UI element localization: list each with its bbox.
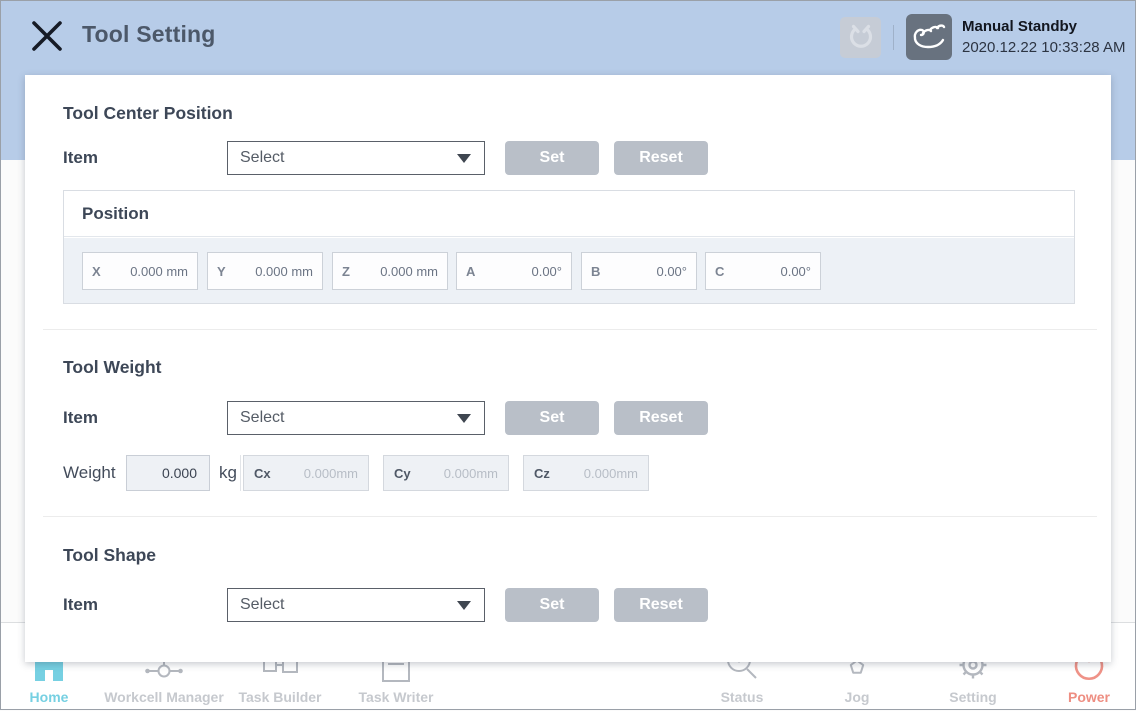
- chevron-down-icon: [457, 414, 471, 423]
- manual-mode-hand-icon[interactable]: [906, 14, 952, 60]
- field-value: 0.00°: [780, 264, 811, 279]
- cog-field-cy: Cy 0.000mm: [383, 455, 509, 491]
- section-title-tool-weight: Tool Weight: [63, 357, 162, 378]
- section-divider: [43, 329, 1097, 330]
- field-label: X: [92, 264, 101, 279]
- section-divider: [43, 516, 1097, 517]
- field-value: 0.000mm: [444, 466, 498, 481]
- weight-item-select[interactable]: Select: [227, 401, 485, 435]
- tcp-set-button[interactable]: Set: [505, 141, 599, 175]
- position-panel-body: X 0.000 mm Y 0.000 mm Z 0.000 mm A 0.00°…: [64, 238, 1074, 303]
- nav-label: Task Writer: [326, 689, 466, 705]
- weight-input[interactable]: [126, 455, 210, 491]
- field-label: Cz: [534, 466, 550, 481]
- cog-field-cz: Cz 0.000mm: [523, 455, 649, 491]
- page-title: Tool Setting: [82, 21, 216, 48]
- position-field-x: X 0.000 mm: [82, 252, 198, 290]
- field-label: B: [591, 264, 600, 279]
- field-value: 0.000mm: [584, 466, 638, 481]
- position-field-c: C 0.00°: [705, 252, 821, 290]
- weight-divider: [240, 455, 241, 491]
- field-value: 0.00°: [656, 264, 687, 279]
- section-title-tool-shape: Tool Shape: [63, 545, 156, 566]
- weight-set-button[interactable]: Set: [505, 401, 599, 435]
- position-field-y: Y 0.000 mm: [207, 252, 323, 290]
- chevron-down-icon: [457, 601, 471, 610]
- shape-item-label: Item: [63, 588, 98, 622]
- shape-reset-button[interactable]: Reset: [614, 588, 708, 622]
- status-timestamp: 2020.12.22 10:33:28 AM: [962, 37, 1125, 58]
- tcp-item-select-value: Select: [240, 149, 284, 166]
- shape-set-button[interactable]: Set: [505, 588, 599, 622]
- section-title-tool-center-position: Tool Center Position: [63, 103, 233, 124]
- position-panel-title: Position: [64, 191, 1074, 237]
- tcp-reset-button[interactable]: Reset: [614, 141, 708, 175]
- position-panel: Position X 0.000 mm Y 0.000 mm Z 0.000 m…: [63, 190, 1075, 304]
- field-value: 0.000 mm: [255, 264, 313, 279]
- field-label: Y: [217, 264, 226, 279]
- chevron-down-icon: [457, 154, 471, 163]
- status-mode: Manual Standby: [962, 17, 1125, 37]
- field-label: A: [466, 264, 475, 279]
- header-divider: [893, 25, 894, 50]
- position-field-b: B 0.00°: [581, 252, 697, 290]
- field-value: 0.000mm: [304, 466, 358, 481]
- field-label: C: [715, 264, 724, 279]
- weight-reset-button[interactable]: Reset: [614, 401, 708, 435]
- cog-field-cx: Cx 0.000mm: [243, 455, 369, 491]
- field-value: 0.000 mm: [130, 264, 188, 279]
- weight-item-select-value: Select: [240, 409, 284, 426]
- field-value: 0.000 mm: [380, 264, 438, 279]
- shape-item-select-value: Select: [240, 596, 284, 613]
- position-field-z: Z 0.000 mm: [332, 252, 448, 290]
- tool-setting-panel: Tool Center Position Item Select Set Res…: [25, 75, 1111, 662]
- field-value: 0.00°: [531, 264, 562, 279]
- weight-item-label: Item: [63, 401, 98, 435]
- position-field-a: A 0.00°: [456, 252, 572, 290]
- weight-unit: kg: [219, 455, 237, 491]
- field-label: Z: [342, 264, 350, 279]
- weight-label: Weight: [63, 455, 116, 491]
- field-label: Cy: [394, 466, 411, 481]
- tcp-item-select[interactable]: Select: [227, 141, 485, 175]
- field-label: Cx: [254, 466, 271, 481]
- robot-status: Manual Standby 2020.12.22 10:33:28 AM: [962, 17, 1125, 58]
- tcp-item-label: Item: [63, 141, 98, 175]
- nav-label: Power: [1019, 689, 1136, 705]
- shape-item-select[interactable]: Select: [227, 588, 485, 622]
- close-icon[interactable]: [28, 18, 66, 56]
- gripper-tool-icon[interactable]: [840, 17, 881, 58]
